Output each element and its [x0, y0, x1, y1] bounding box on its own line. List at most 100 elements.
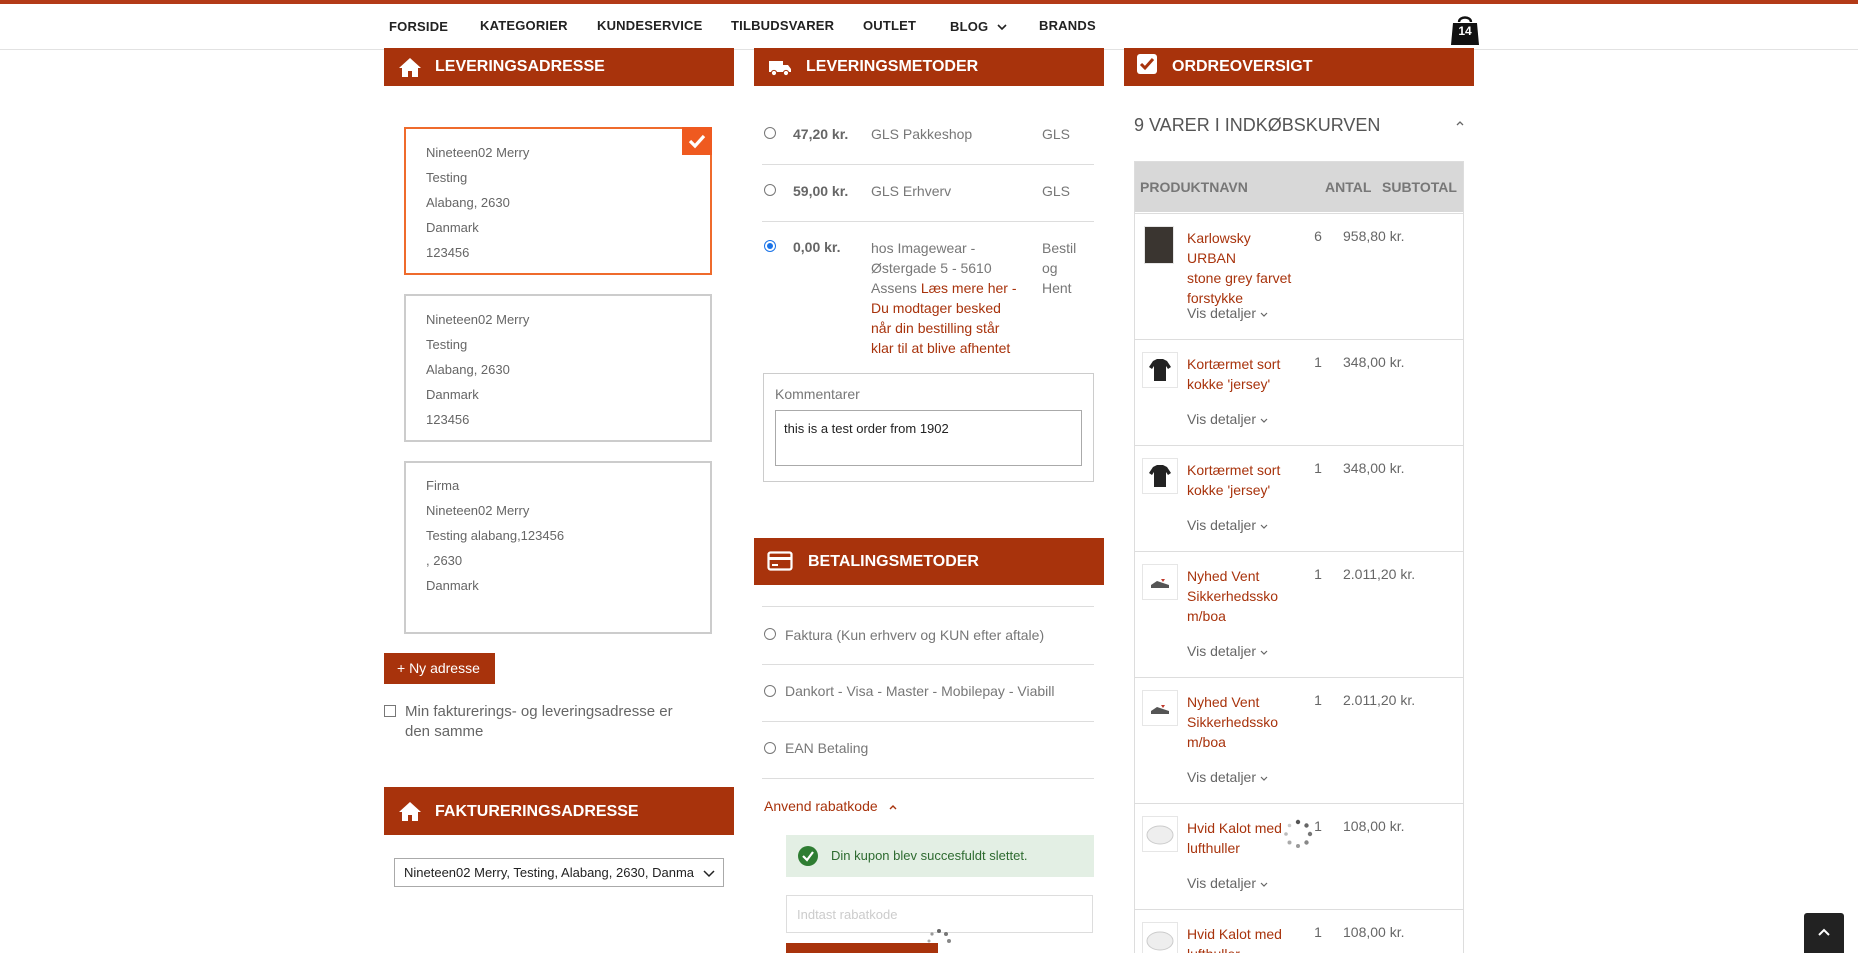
- product-name-line: Nyhed Vent: [1187, 694, 1260, 710]
- show-details-link[interactable]: Vis detaljer: [1187, 411, 1268, 427]
- address-line: Nineteen02 Merry: [426, 145, 530, 160]
- column-header-subtotal: SUBTOTAL: [1382, 179, 1457, 195]
- product-qty: 1: [1314, 354, 1322, 370]
- product-name-line: kokke 'jersey': [1187, 376, 1271, 392]
- shoe-icon: [1151, 579, 1169, 588]
- pickup-info-line: når din bestilling står: [871, 320, 1000, 336]
- nav-item-kategorier[interactable]: KATEGORIER: [480, 18, 568, 33]
- nav-item-brands[interactable]: BRANDS: [1039, 18, 1096, 33]
- products-table-header: PRODUKTNAVN ANTAL SUBTOTAL: [1135, 162, 1463, 212]
- payment-option-ean[interactable]: EAN Betaling: [762, 721, 1094, 779]
- nav-item-blog[interactable]: BLOG: [950, 19, 1007, 34]
- address-line: 123456: [426, 245, 470, 260]
- product-name[interactable]: Nyhed Vent Sikkerhedssko m/boa: [1187, 692, 1297, 752]
- billing-address-select[interactable]: Nineteen02 Merry, Testing, Alabang, 2630…: [394, 858, 724, 887]
- address-line: Nineteen02 Merry: [426, 503, 530, 518]
- show-details-link[interactable]: Vis detaljer: [1187, 517, 1268, 533]
- shipping-name: GLS Pakkeshop: [871, 126, 973, 142]
- shipping-option-gls-pakkeshop[interactable]: 47,20 kr. GLS Pakkeshop GLS: [762, 107, 1094, 165]
- home-icon: [399, 58, 421, 77]
- chevron-up-icon: [889, 805, 897, 810]
- apply-coupon-button[interactable]: [786, 943, 938, 953]
- shipping-option-gls-erhverv[interactable]: 59,00 kr. GLS Erhverv GLS: [762, 164, 1094, 222]
- shipping-radio[interactable]: [764, 240, 776, 252]
- payment-radio[interactable]: [764, 628, 776, 640]
- read-more-link[interactable]: Læs mere her -: [921, 280, 1017, 296]
- product-row: Hvid Kalot med lufthuller 1 108,00 kr. V…: [1135, 803, 1463, 909]
- show-details-link[interactable]: Vis detaljer: [1187, 875, 1268, 891]
- product-thumbnail: [1142, 564, 1178, 600]
- shipping-pickup-description: hos Imagewear - Østergade 5 - 5610 Assen…: [871, 238, 1021, 358]
- show-details-link[interactable]: Vis detaljer: [1187, 769, 1268, 785]
- product-subtotal: 108,00 kr.: [1343, 924, 1405, 940]
- product-thumbnail: [1142, 690, 1178, 726]
- payment-option-dankort[interactable]: Dankort - Visa - Master - Mobilepay - Vi…: [762, 664, 1094, 722]
- payment-radio[interactable]: [764, 685, 776, 697]
- address-card-1[interactable]: Nineteen02 Merry Testing Alabang, 2630 D…: [404, 127, 712, 275]
- nav-item-kundeservice[interactable]: KUNDESERVICE: [597, 18, 702, 33]
- shipping-radio[interactable]: [764, 184, 776, 196]
- payment-radio[interactable]: [764, 742, 776, 754]
- address-line: Testing alabang,123456: [426, 528, 565, 543]
- product-qty: 6: [1314, 228, 1322, 244]
- discount-code-toggle[interactable]: Anvend rabatkode: [764, 798, 898, 814]
- truck-icon: [769, 61, 791, 77]
- credit-card-icon: [767, 551, 793, 571]
- nav-item-tilbudsvarer[interactable]: TILBUDSVARER: [731, 18, 834, 33]
- cart-toggle[interactable]: 9 VARER I INDKØBSKURVEN: [1134, 112, 1464, 146]
- address-card-2[interactable]: Nineteen02 Merry Testing Alabang, 2630 D…: [404, 294, 712, 442]
- home-icon: [399, 802, 421, 821]
- address-line: Firma: [426, 478, 460, 493]
- chevron-down-icon: [1260, 418, 1268, 423]
- payment-option-faktura[interactable]: Faktura (Kun erhverv og KUN efter aftale…: [762, 606, 1094, 665]
- payment-label: Dankort - Visa - Master - Mobilepay - Vi…: [785, 683, 1055, 699]
- product-row: Kortærmet sort kokke 'jersey' 1 348,00 k…: [1135, 339, 1463, 445]
- shipping-price: 47,20 kr.: [793, 126, 849, 142]
- product-name[interactable]: Hvid Kalot med lufthuller: [1187, 924, 1297, 953]
- address-line: 123456: [426, 412, 470, 427]
- payment-methods-header: BETALINGSMETODER: [754, 538, 1104, 585]
- shoe-icon: [1151, 705, 1169, 714]
- shipping-name: GLS Erhverv: [871, 183, 952, 199]
- new-address-button[interactable]: + Ny adresse: [384, 653, 495, 684]
- address-card-3[interactable]: Firma Nineteen02 Merry Testing alabang,1…: [404, 461, 712, 634]
- cart-button[interactable]: 14: [1448, 12, 1482, 46]
- order-summary-title: ORDREOVERSIGT: [1172, 58, 1313, 75]
- payment-label: Faktura (Kun erhverv og KUN efter aftale…: [785, 627, 1045, 643]
- product-qty: 1: [1314, 692, 1322, 708]
- product-subtotal: 958,80 kr.: [1343, 228, 1405, 244]
- product-name-line: Karlowsky URBAN: [1187, 230, 1251, 266]
- billing-address-title: FAKTURERINGSADRESSE: [435, 803, 639, 820]
- carrier-line: og: [1042, 260, 1058, 276]
- product-thumbnail: [1142, 458, 1178, 494]
- show-details-link[interactable]: Vis detaljer: [1187, 305, 1268, 321]
- product-name[interactable]: Karlowsky URBAN stone grey farvet forsty…: [1187, 228, 1297, 308]
- product-name[interactable]: Nyhed Vent Sikkerhedssko m/boa: [1187, 566, 1297, 626]
- comments-textarea[interactable]: this is a test order from 1902: [775, 410, 1082, 466]
- pickup-text-line: Assens: [871, 280, 917, 296]
- address-line: Nineteen02 Merry: [426, 312, 530, 327]
- product-name[interactable]: Kortærmet sort kokke 'jersey': [1187, 354, 1297, 394]
- shipping-carrier: GLS: [1042, 183, 1071, 199]
- scroll-to-top-button[interactable]: [1804, 913, 1844, 953]
- address-line: , 2630: [426, 553, 463, 568]
- product-name[interactable]: Kortærmet sort kokke 'jersey': [1187, 460, 1297, 500]
- same-address-label-line2: den samme: [405, 723, 484, 740]
- nav-item-forside[interactable]: FORSIDE: [389, 19, 448, 34]
- product-subtotal: 2.011,20 kr.: [1343, 692, 1416, 708]
- shipping-option-pickup[interactable]: 0,00 kr. hos Imagewear - Østergade 5 - 5…: [762, 221, 1094, 361]
- nav-item-outlet[interactable]: OUTLET: [863, 18, 916, 33]
- address-line: Danmark: [426, 387, 479, 402]
- product-name[interactable]: Hvid Kalot med lufthuller: [1187, 818, 1297, 858]
- same-address-label-line1: Min fakturerings- og leveringsadresse er: [405, 703, 673, 720]
- same-address-checkbox[interactable]: [384, 705, 396, 717]
- product-row: Nyhed Vent Sikkerhedssko m/boa 1 2.011,2…: [1135, 677, 1463, 803]
- address-line: Danmark: [426, 220, 479, 235]
- loading-spinner-icon: [1284, 819, 1313, 848]
- column-header-qty: ANTAL: [1325, 179, 1372, 195]
- shipping-radio[interactable]: [764, 127, 776, 139]
- main-navigation: FORSIDE KATEGORIER KUNDESERVICE TILBUDSV…: [0, 4, 1858, 50]
- show-details-link[interactable]: Vis detaljer: [1187, 643, 1268, 659]
- shipping-methods-title: LEVERINGSMETODER: [806, 58, 979, 75]
- product-name-line: kokke 'jersey': [1187, 482, 1271, 498]
